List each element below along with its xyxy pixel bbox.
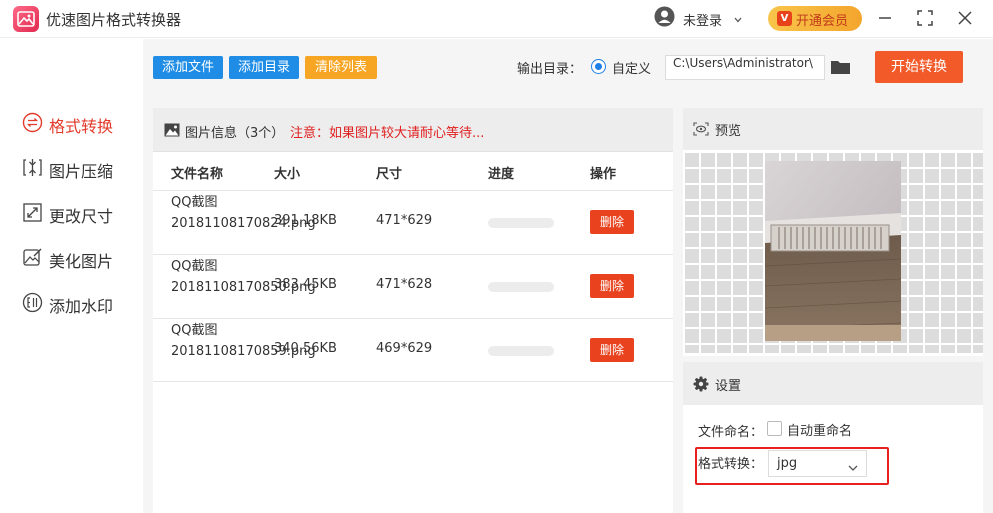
swap-circle-icon	[22, 112, 43, 133]
add-directory-button[interactable]: 添加目录	[229, 56, 299, 79]
vip-badge-icon: V	[777, 11, 792, 26]
title-bar: 优速图片格式转换器 未登录 V 开通会员	[0, 0, 993, 38]
settings-panel: 设置 文件命名： 自动重命名 格式转换： jpg	[683, 362, 983, 513]
sidebar-item-label: 图片压缩	[49, 162, 114, 181]
file-dimensions: 471*629	[376, 213, 433, 228]
preview-header: 预览	[683, 108, 983, 150]
user-avatar-icon[interactable]	[654, 6, 675, 27]
sidebar: 格式转换 图片压缩 更改尺寸 美化图片 添加水印	[0, 39, 143, 513]
gear-icon	[693, 376, 709, 392]
file-size: 340.56KB	[274, 341, 337, 356]
preview-panel: 预览	[683, 108, 983, 356]
add-file-button[interactable]: 添加文件	[153, 56, 223, 79]
minimize-button[interactable]	[872, 6, 898, 30]
delete-button[interactable]: 删除	[590, 210, 634, 234]
file-name: QQ截图20181108170859.png	[171, 323, 316, 359]
output-dir-label: 输出目录：	[517, 62, 583, 77]
delete-button[interactable]: 删除	[590, 338, 634, 362]
notice-text: 注意：如果图片较大请耐心等待...	[290, 126, 485, 141]
file-size: 383.45KB	[274, 277, 337, 292]
app-logo-icon	[13, 6, 39, 32]
progress-bar	[488, 218, 554, 228]
beautify-image-icon	[22, 247, 43, 268]
folder-icon[interactable]	[830, 59, 851, 75]
file-dimensions: 469*629	[376, 341, 433, 356]
progress-bar	[488, 282, 554, 292]
column-header-dimensions: 尺寸	[376, 167, 403, 182]
column-header-size: 大小	[274, 167, 301, 182]
image-icon	[164, 123, 180, 137]
main-area: 添加文件 添加目录 清除列表 输出目录： 自定义 C:\Users\Admini…	[143, 39, 993, 513]
file-size: 391.18KB	[274, 213, 337, 228]
column-header-name: 文件名称	[171, 167, 224, 182]
maximize-button[interactable]	[912, 6, 938, 30]
file-dimensions: 471*628	[376, 277, 433, 292]
sidebar-item-format-convert[interactable]: 格式转换	[22, 111, 137, 136]
start-convert-button[interactable]: 开始转换	[875, 51, 963, 83]
sidebar-item-label: 美化图片	[49, 252, 114, 271]
watermark-icon	[22, 292, 43, 313]
custom-dir-radio[interactable]	[591, 59, 606, 74]
sidebar-item-label: 添加水印	[49, 297, 114, 316]
vip-button[interactable]: V 开通会员	[768, 6, 862, 31]
table-row: QQ截图20181108170850.png 383.45KB 471*628 …	[153, 254, 673, 318]
sidebar-item-beautify[interactable]: 美化图片	[22, 246, 137, 271]
file-list-header: 图片信息（3个） 注意：如果图片较大请耐心等待...	[153, 108, 673, 152]
delete-button[interactable]: 删除	[590, 274, 634, 298]
file-count-info: 图片信息（3个）	[185, 126, 285, 141]
custom-dir-radio-label[interactable]: 自定义	[612, 58, 651, 77]
sidebar-item-label: 格式转换	[49, 117, 114, 136]
column-header-progress: 进度	[488, 167, 515, 182]
preview-eye-icon	[693, 122, 709, 136]
chevron-down-icon[interactable]	[734, 13, 742, 23]
file-name: QQ截图20181108170824.png	[171, 195, 316, 231]
progress-bar	[488, 346, 554, 356]
file-naming-label: 文件命名：	[698, 425, 764, 440]
table-row: QQ截图20181108170824.png 391.18KB 471*629 …	[153, 190, 673, 254]
file-name: QQ截图20181108170850.png	[171, 259, 316, 295]
column-header-action: 操作	[590, 167, 617, 182]
settings-title: 设置	[715, 379, 742, 394]
sidebar-item-watermark[interactable]: 添加水印	[22, 291, 137, 316]
clear-list-button[interactable]: 清除列表	[305, 56, 377, 79]
vip-label: 开通会员	[796, 14, 849, 29]
compress-icon	[22, 157, 43, 178]
preview-title: 预览	[715, 124, 742, 139]
file-list-panel: 图片信息（3个） 注意：如果图片较大请耐心等待... 文件名称 大小 尺寸 进度…	[153, 108, 673, 513]
settings-header: 设置	[683, 362, 983, 405]
auto-rename-label[interactable]: 自动重命名	[787, 420, 852, 439]
output-path-input[interactable]: C:\Users\Administrator\	[665, 55, 825, 80]
sidebar-item-resize[interactable]: 更改尺寸	[22, 201, 137, 226]
resize-icon	[22, 202, 43, 223]
highlight-annotation-box	[695, 447, 889, 485]
table-row: QQ截图20181108170859.png 340.56KB 469*629 …	[153, 318, 673, 382]
login-status[interactable]: 未登录	[683, 10, 722, 29]
preview-image	[765, 161, 901, 341]
sidebar-item-compress[interactable]: 图片压缩	[22, 156, 137, 181]
close-button[interactable]	[952, 6, 978, 30]
auto-rename-checkbox[interactable]	[767, 421, 782, 436]
sidebar-item-label: 更改尺寸	[49, 207, 114, 226]
app-title: 优速图片格式转换器	[46, 11, 182, 29]
